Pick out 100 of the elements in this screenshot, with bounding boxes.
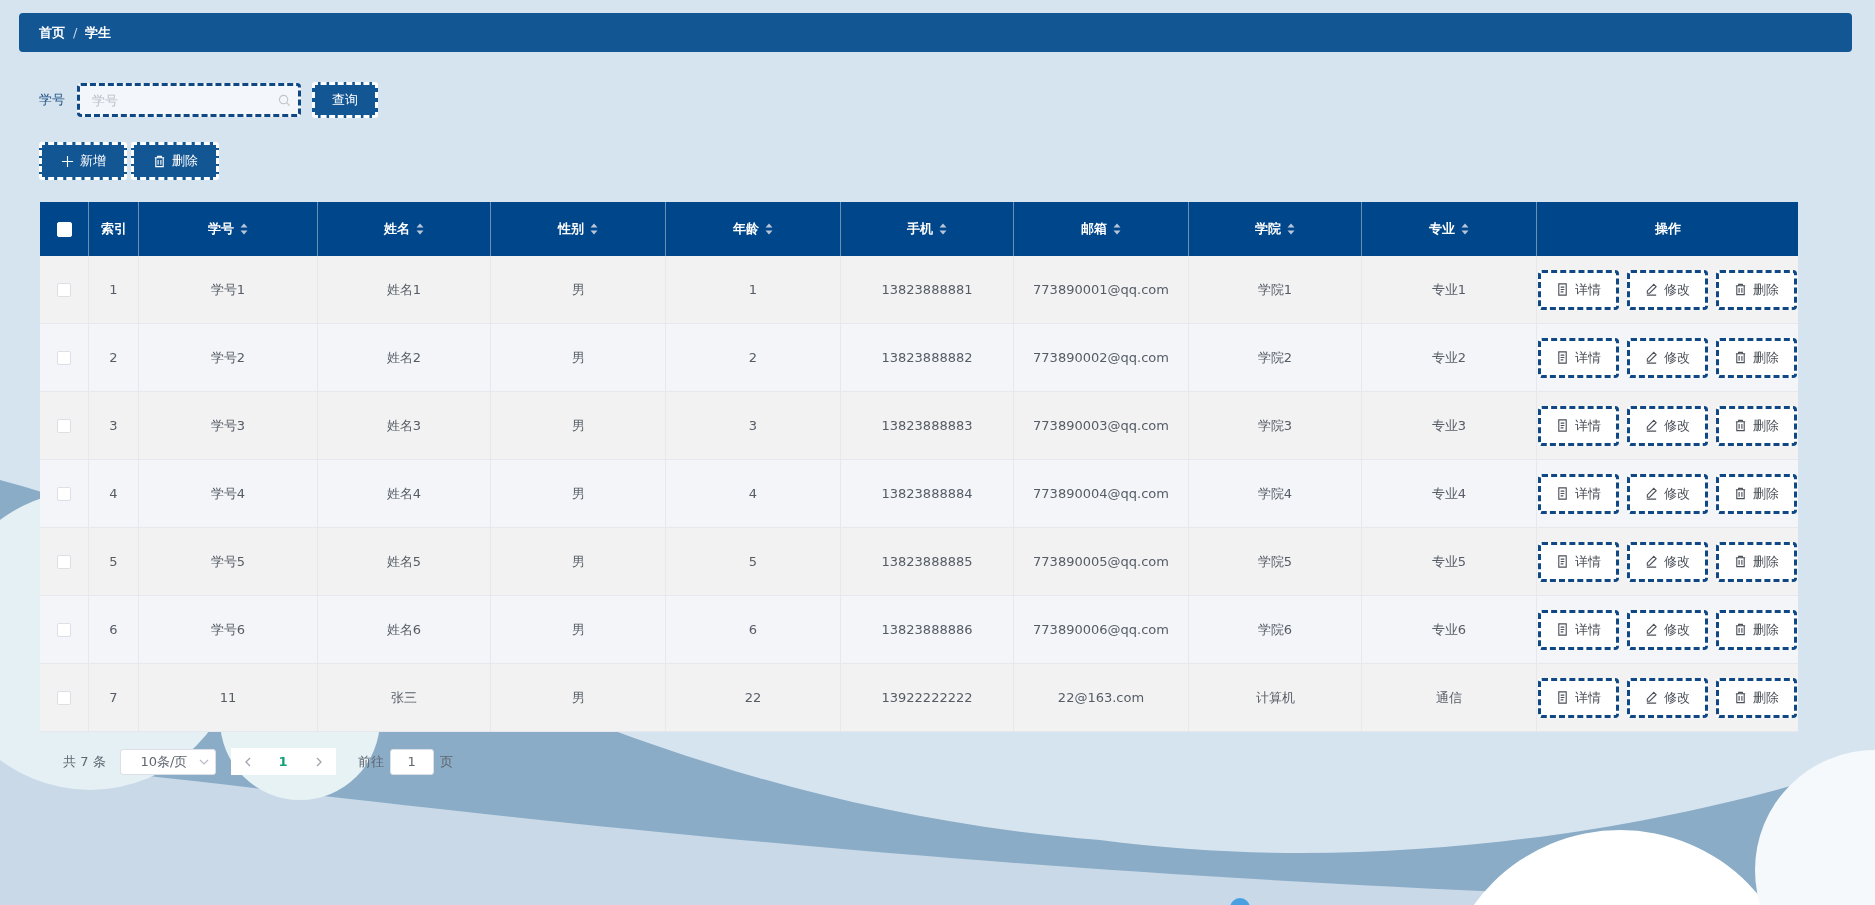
row-checkbox[interactable] xyxy=(57,282,71,297)
delete-button[interactable]: 删除 xyxy=(131,142,219,180)
table-cell: 5 xyxy=(109,554,118,569)
table-cell: 男 xyxy=(571,552,585,571)
document-icon xyxy=(1556,283,1569,296)
trash-icon xyxy=(1734,351,1747,364)
column-header[interactable]: 手机 xyxy=(907,220,933,238)
table-cell: 男 xyxy=(571,280,585,299)
edit-button[interactable]: 修改 xyxy=(1627,269,1708,310)
table-cell: 学院5 xyxy=(1257,552,1293,571)
delete-button[interactable]: 删除 xyxy=(1716,473,1797,514)
table-cell: 通信 xyxy=(1436,688,1462,707)
detail-button[interactable]: 详情 xyxy=(1538,677,1619,718)
row-checkbox[interactable] xyxy=(57,554,71,569)
table-cell: 学号2 xyxy=(210,348,246,367)
table-cell: 6 xyxy=(748,622,758,637)
table-cell: 13823888884 xyxy=(881,486,973,501)
table-cell: 专业3 xyxy=(1431,416,1467,435)
sort-icon[interactable] xyxy=(765,223,773,235)
column-header[interactable]: 邮箱 xyxy=(1081,220,1107,238)
sort-icon[interactable] xyxy=(939,223,947,235)
document-icon xyxy=(1556,555,1569,568)
table-cell: 专业6 xyxy=(1431,620,1467,639)
table-cell: 专业1 xyxy=(1431,280,1467,299)
table-cell: 学院6 xyxy=(1257,620,1293,639)
document-icon xyxy=(1556,487,1569,500)
edit-button[interactable]: 修改 xyxy=(1627,473,1708,514)
sort-icon[interactable] xyxy=(1461,223,1469,235)
column-header[interactable]: 年龄 xyxy=(733,220,759,238)
table-cell: 13823888883 xyxy=(881,418,973,433)
detail-button[interactable]: 详情 xyxy=(1538,609,1619,650)
edit-button[interactable]: 修改 xyxy=(1627,541,1708,582)
column-header[interactable]: 操作 xyxy=(1654,220,1681,238)
table-cell: 男 xyxy=(571,348,585,367)
table-cell: 7 xyxy=(109,690,118,705)
column-header[interactable]: 姓名 xyxy=(384,220,410,238)
table-cell: 学号1 xyxy=(210,280,246,299)
table-cell: 姓名6 xyxy=(386,620,422,639)
chevron-down-icon xyxy=(198,758,209,765)
table-cell: 13823888881 xyxy=(881,282,973,297)
delete-button[interactable]: 删除 xyxy=(1716,337,1797,378)
table-cell: 学院1 xyxy=(1257,280,1293,299)
table-cell: 1 xyxy=(109,282,118,297)
table-cell: 张三 xyxy=(391,688,417,707)
add-button[interactable]: 新增 xyxy=(39,142,127,180)
table-cell: 学号6 xyxy=(210,620,246,639)
row-checkbox[interactable] xyxy=(57,418,71,433)
sort-icon[interactable] xyxy=(590,223,598,235)
column-header[interactable]: 索引 xyxy=(100,220,127,238)
column-header[interactable]: 专业 xyxy=(1429,220,1455,238)
pencil-icon xyxy=(1645,691,1658,704)
trash-icon xyxy=(152,154,166,168)
table-cell: 姓名3 xyxy=(386,416,422,435)
delete-button[interactable]: 删除 xyxy=(1716,677,1797,718)
pencil-icon xyxy=(1645,351,1658,364)
table-cell: 男 xyxy=(571,484,585,503)
table-cell: 13823888886 xyxy=(881,622,973,637)
row-checkbox[interactable] xyxy=(57,622,71,637)
row-checkbox[interactable] xyxy=(57,350,71,365)
table-cell: 13823888885 xyxy=(881,554,973,569)
detail-button[interactable]: 详情 xyxy=(1538,269,1619,310)
edit-button[interactable]: 修改 xyxy=(1627,337,1708,378)
document-icon xyxy=(1556,623,1569,636)
table-cell: 3 xyxy=(748,418,758,433)
plus-icon xyxy=(60,154,74,168)
sort-icon[interactable] xyxy=(1287,223,1295,235)
query-button[interactable]: 查询 xyxy=(312,82,378,118)
row-checkbox[interactable] xyxy=(57,690,71,705)
column-header[interactable]: 学号 xyxy=(208,220,234,238)
sort-icon[interactable] xyxy=(416,223,424,235)
table-cell: 3 xyxy=(109,418,118,433)
table-cell: 2 xyxy=(748,350,758,365)
detail-button[interactable]: 详情 xyxy=(1538,337,1619,378)
delete-button[interactable]: 删除 xyxy=(1716,405,1797,446)
pencil-icon xyxy=(1645,487,1658,500)
row-checkbox[interactable] xyxy=(57,486,71,501)
trash-icon xyxy=(1734,555,1747,568)
edit-button[interactable]: 修改 xyxy=(1627,677,1708,718)
column-header[interactable]: 学院 xyxy=(1255,220,1281,238)
breadcrumb-item[interactable]: 学生 xyxy=(85,23,112,42)
table-cell: 专业5 xyxy=(1431,552,1467,571)
sort-icon[interactable] xyxy=(1113,223,1121,235)
delete-button[interactable]: 删除 xyxy=(1716,541,1797,582)
page-size-select[interactable]: 10条/页 xyxy=(119,748,216,775)
table-cell: 22@163.com xyxy=(1057,690,1145,705)
delete-button[interactable]: 删除 xyxy=(1716,609,1797,650)
detail-button[interactable]: 详情 xyxy=(1538,473,1619,514)
detail-button[interactable]: 详情 xyxy=(1538,405,1619,446)
delete-button[interactable]: 删除 xyxy=(1716,269,1797,310)
detail-button[interactable]: 详情 xyxy=(1538,541,1619,582)
table-cell: 773890003@qq.com xyxy=(1033,418,1169,433)
table-cell: 专业4 xyxy=(1431,484,1467,503)
sort-icon[interactable] xyxy=(240,223,248,235)
edit-button[interactable]: 修改 xyxy=(1627,609,1708,650)
select-all-checkbox[interactable] xyxy=(56,221,72,237)
table-cell: 4 xyxy=(109,486,118,501)
table-cell: 姓名5 xyxy=(386,552,422,571)
column-header[interactable]: 性别 xyxy=(558,220,584,238)
breadcrumb-item[interactable]: 首页 xyxy=(39,23,65,42)
edit-button[interactable]: 修改 xyxy=(1627,405,1708,446)
